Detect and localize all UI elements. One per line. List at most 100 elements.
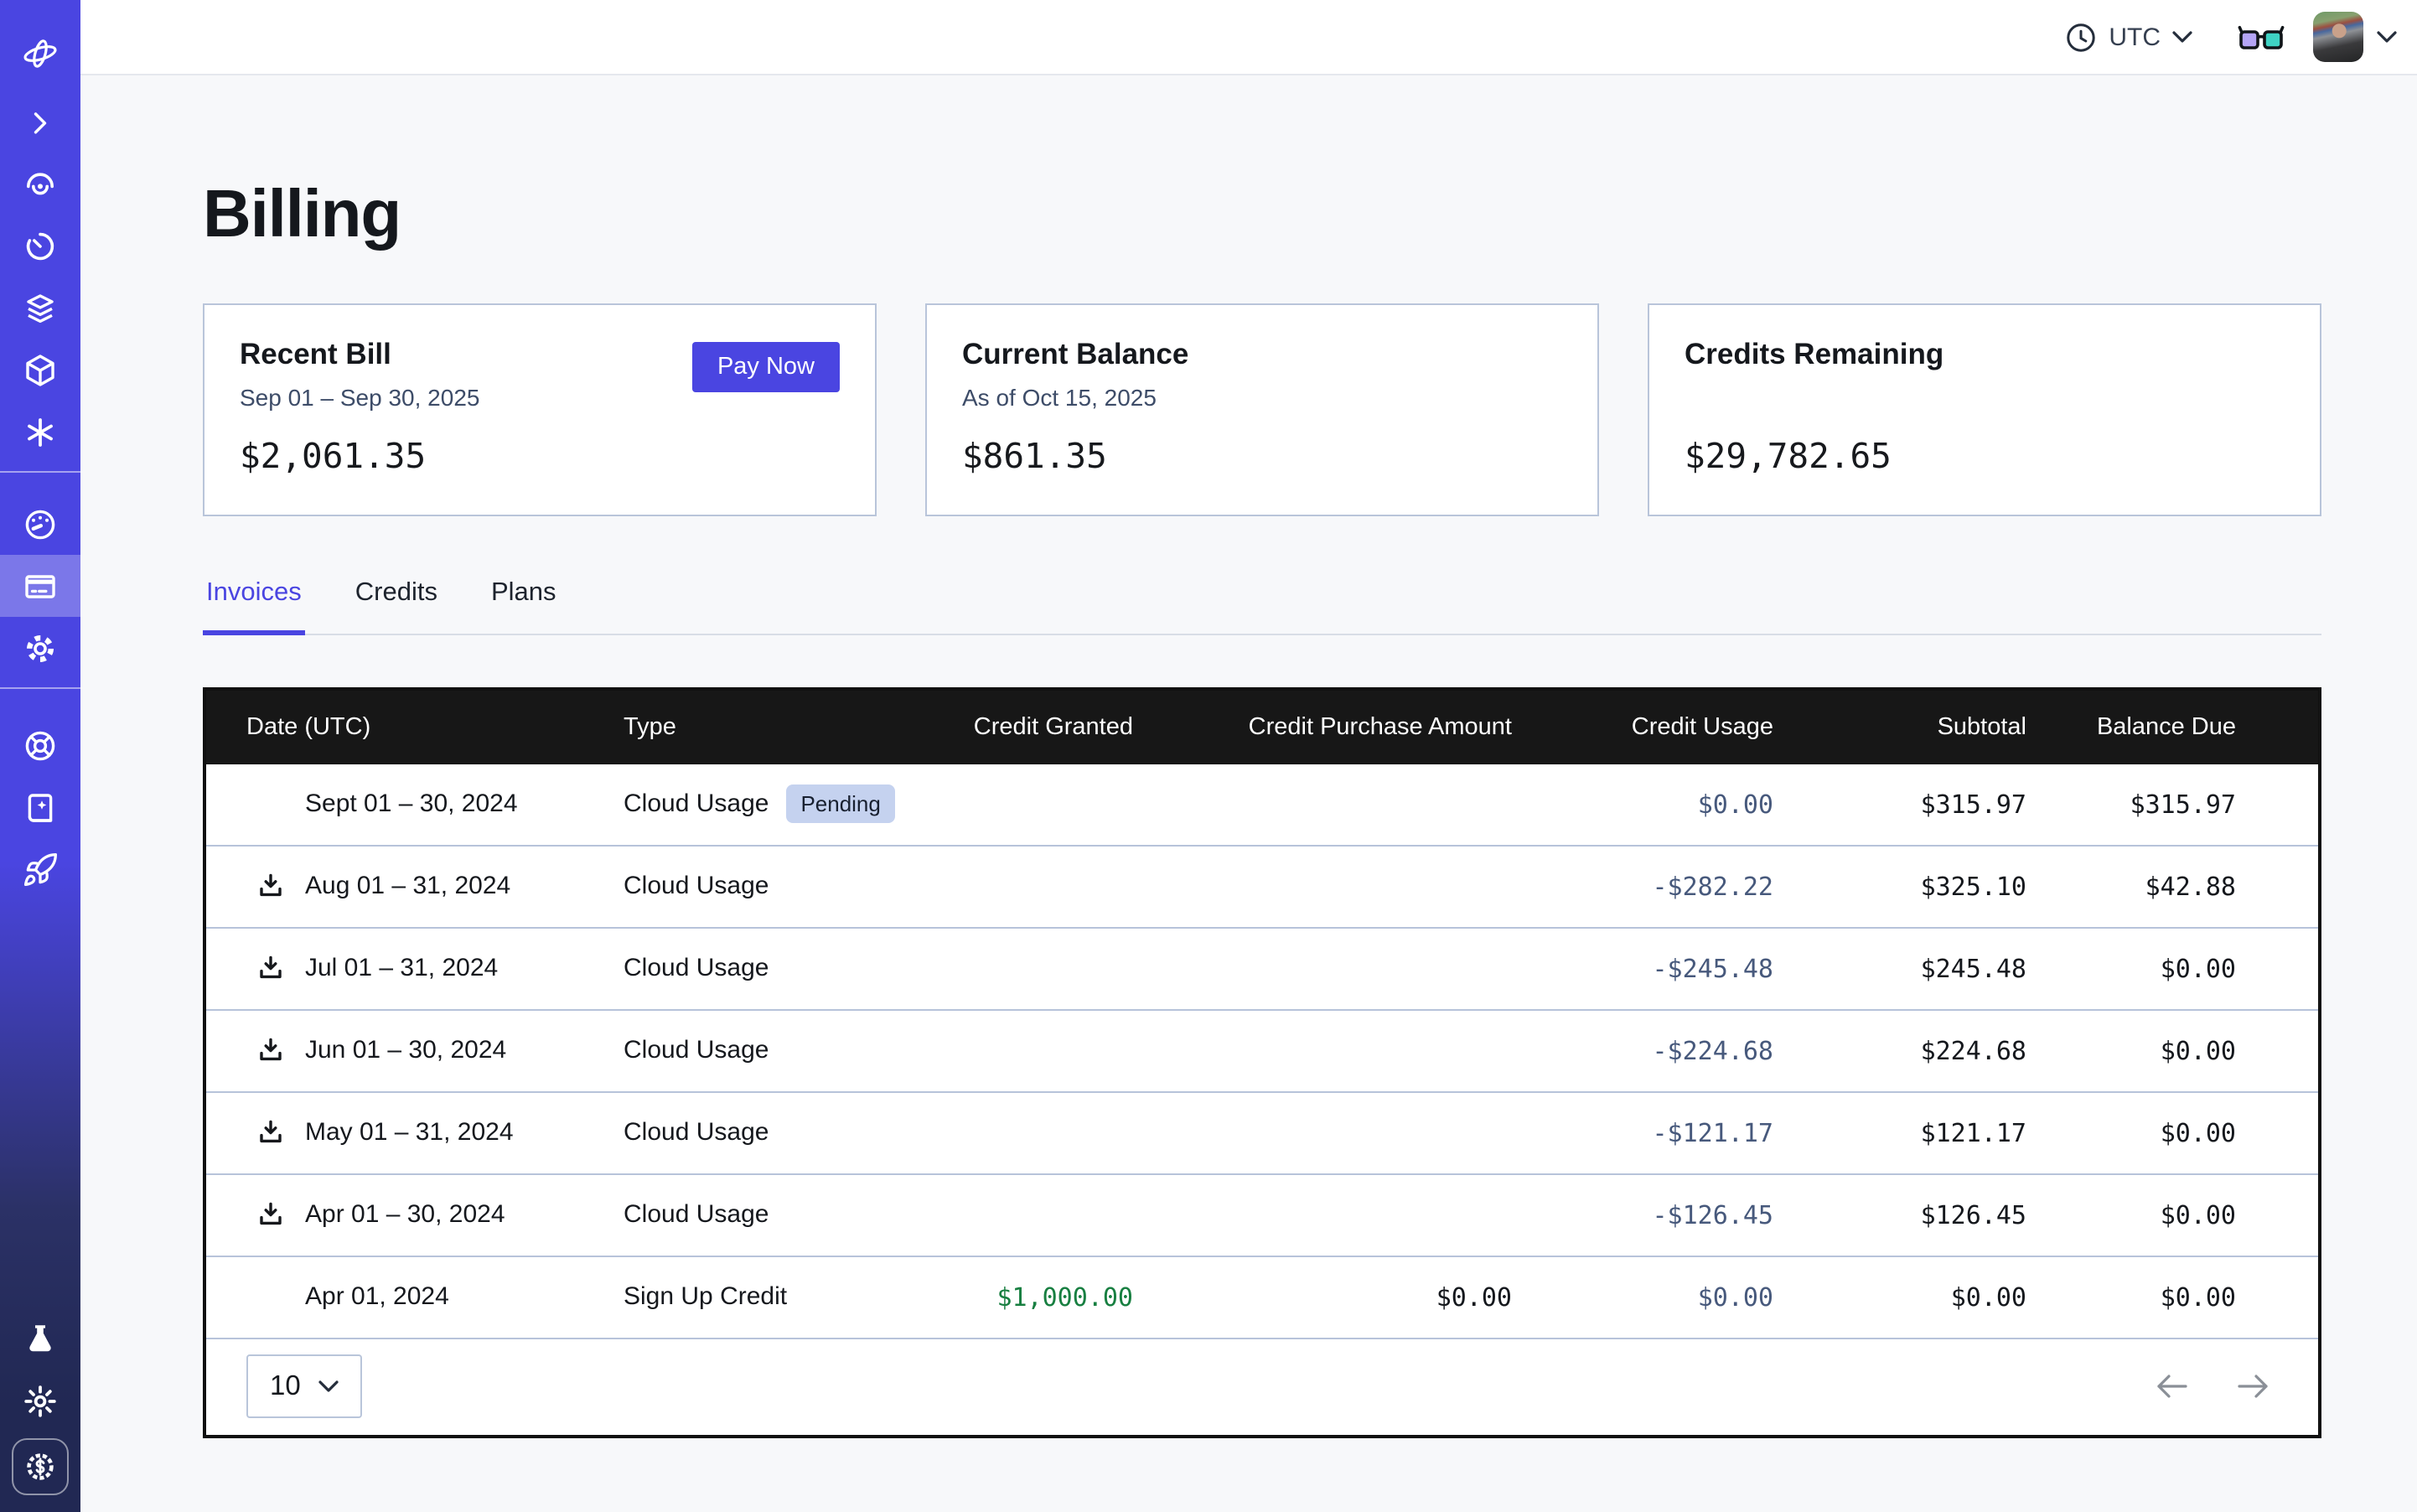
column-header: Date (UTC)	[206, 713, 624, 740]
download-invoice-button[interactable]	[256, 1200, 285, 1229]
balance-due-value: $0.00	[2026, 1282, 2318, 1312]
download-invoice-button[interactable]	[256, 1036, 285, 1064]
invoices-table: Date (UTC)TypeCredit GrantedCredit Purch…	[203, 686, 2321, 1437]
invoice-type: Cloud Usage	[624, 872, 769, 900]
glasses-button[interactable]	[2238, 23, 2285, 51]
theme-toggle[interactable]	[0, 1370, 80, 1432]
user-menu-button[interactable]	[2377, 30, 2397, 44]
table-body: Sept 01 – 30, 2024 Cloud Usage Pending $…	[206, 764, 2318, 1339]
sidebar-item-containers[interactable]	[0, 339, 80, 401]
subtotal-value: $0.00	[1773, 1282, 2026, 1312]
card-amount: $29,782.65	[1685, 436, 2285, 476]
card-title: Current Balance	[962, 337, 1562, 372]
chevron-right-icon	[23, 105, 57, 138]
sidebar-expand-button[interactable]	[0, 91, 80, 153]
card-amount: $861.35	[962, 436, 1562, 476]
download-invoice-button[interactable]	[256, 872, 285, 900]
recent-bill-card: Recent Bill Sep 01 – Sep 30, 2025 $2,061…	[203, 303, 877, 516]
balance-due-value: $42.88	[2026, 871, 2318, 901]
observability-spiral-icon	[22, 165, 59, 202]
invoice-date: Jun 01 – 30, 2024	[305, 1036, 506, 1064]
type-cell: Sign Up Credit	[624, 1282, 925, 1311]
prev-page-button[interactable]	[2157, 1375, 2187, 1398]
sidebar-item-functions[interactable]	[0, 401, 80, 463]
current-balance-card: Current Balance As of Oct 15, 2025 $861.…	[925, 303, 1599, 516]
billing-tabs: Invoices Credits Plans	[203, 578, 2321, 634]
type-cell: Cloud Usage Pending	[624, 784, 925, 823]
invoice-type: Cloud Usage	[624, 1200, 769, 1229]
chevron-down-icon	[2377, 30, 2397, 44]
invoice-date: Apr 01 – 30, 2024	[305, 1200, 505, 1229]
app-logo[interactable]	[0, 17, 80, 91]
summary-cards: Recent Bill Sep 01 – Sep 30, 2025 $2,061…	[203, 303, 2321, 516]
sidebar-item-launch[interactable]	[0, 838, 80, 900]
type-cell: Cloud Usage	[624, 954, 925, 982]
invoice-type: Cloud Usage	[624, 954, 769, 982]
invoice-type: Cloud Usage	[624, 1118, 769, 1147]
subtotal-value: $121.17	[1773, 1117, 2026, 1147]
timezone-label: UTC	[2109, 23, 2161, 51]
card-amount: $2,061.35	[240, 436, 840, 476]
download-invoice-button[interactable]	[256, 954, 285, 982]
table-row: Apr 01 – 30, 2024 Cloud Usage -$126.45 $…	[206, 1174, 2318, 1256]
credit-granted-value: $1,000.00	[925, 1282, 1133, 1312]
balance-due-value: $315.97	[2026, 789, 2318, 819]
table-row: May 01 – 31, 2024 Cloud Usage -$121.17 $…	[206, 1092, 2318, 1174]
book-sparkle-icon	[22, 789, 59, 826]
layers-icon	[22, 289, 59, 326]
invoice-type: Sign Up Credit	[624, 1282, 787, 1311]
gear-icon	[22, 629, 59, 666]
type-cell: Cloud Usage	[624, 1036, 925, 1064]
credit-usage-value: -$224.68	[1512, 1035, 1773, 1065]
balance-due-value: $0.00	[2026, 1035, 2318, 1065]
sidebar-item-usage[interactable]	[0, 493, 80, 555]
invoice-date: Sept 01 – 30, 2024	[305, 790, 518, 818]
topbar: UTC	[80, 0, 2417, 75]
sidebar-item-billing[interactable]	[0, 555, 80, 617]
chevron-down-icon	[319, 1380, 339, 1393]
sidebar-item-schedules[interactable]	[0, 215, 80, 277]
date-cell: Aug 01 – 31, 2024	[206, 872, 624, 900]
timezone-selector[interactable]: UTC	[2065, 21, 2192, 53]
download-invoice-button[interactable]	[256, 1118, 285, 1147]
tab-invoices[interactable]: Invoices	[203, 578, 305, 635]
main-content: Billing Recent Bill Sep 01 – Sep 30, 202…	[80, 77, 2417, 1512]
column-header: Type	[624, 713, 925, 740]
page-title: Billing	[203, 77, 2321, 253]
asterisk-icon	[22, 413, 59, 450]
subtotal-value: $245.48	[1773, 953, 2026, 983]
app: UTC Billing	[0, 0, 2417, 1512]
sidebar-item-docs[interactable]	[0, 776, 80, 838]
subtotal-value: $224.68	[1773, 1035, 2026, 1065]
page-size-select[interactable]: 10	[246, 1354, 363, 1418]
sidebar-item-observability[interactable]	[0, 153, 80, 215]
table-row: Aug 01 – 31, 2024 Cloud Usage -$282.22 $…	[206, 846, 2318, 928]
sidebar	[0, 0, 80, 1512]
table-row: Sept 01 – 30, 2024 Cloud Usage Pending $…	[206, 764, 2318, 846]
type-cell: Cloud Usage	[624, 1118, 925, 1147]
pay-now-button[interactable]: Pay Now	[692, 342, 840, 392]
gauge-icon	[22, 505, 59, 542]
balance-due-value: $0.00	[2026, 953, 2318, 983]
tab-plans[interactable]: Plans	[488, 578, 560, 635]
invoice-type: Cloud Usage	[624, 790, 769, 818]
sidebar-item-labs[interactable]	[0, 1307, 80, 1370]
ship-wheel-icon	[22, 727, 59, 764]
column-header: Balance Due	[2026, 713, 2318, 740]
invoice-date: May 01 – 31, 2024	[305, 1118, 514, 1147]
next-page-button[interactable]	[2238, 1375, 2268, 1398]
card-subtitle: As of Oct 15, 2025	[962, 384, 1562, 414]
column-header: Subtotal	[1773, 713, 2026, 740]
credits-reward-button[interactable]	[12, 1438, 69, 1495]
date-cell: Sept 01 – 30, 2024	[206, 790, 624, 818]
tab-credits[interactable]: Credits	[352, 578, 441, 635]
user-avatar[interactable]	[2313, 12, 2363, 62]
date-cell: Apr 01 – 30, 2024	[206, 1200, 624, 1229]
balance-due-value: $0.00	[2026, 1199, 2318, 1230]
sidebar-item-support[interactable]	[0, 714, 80, 776]
rocket-icon	[22, 851, 59, 888]
sidebar-item-layers[interactable]	[0, 277, 80, 339]
cube-icon	[22, 351, 59, 388]
sidebar-item-settings[interactable]	[0, 617, 80, 679]
table-row: Jul 01 – 31, 2024 Cloud Usage -$245.48 $…	[206, 928, 2318, 1010]
